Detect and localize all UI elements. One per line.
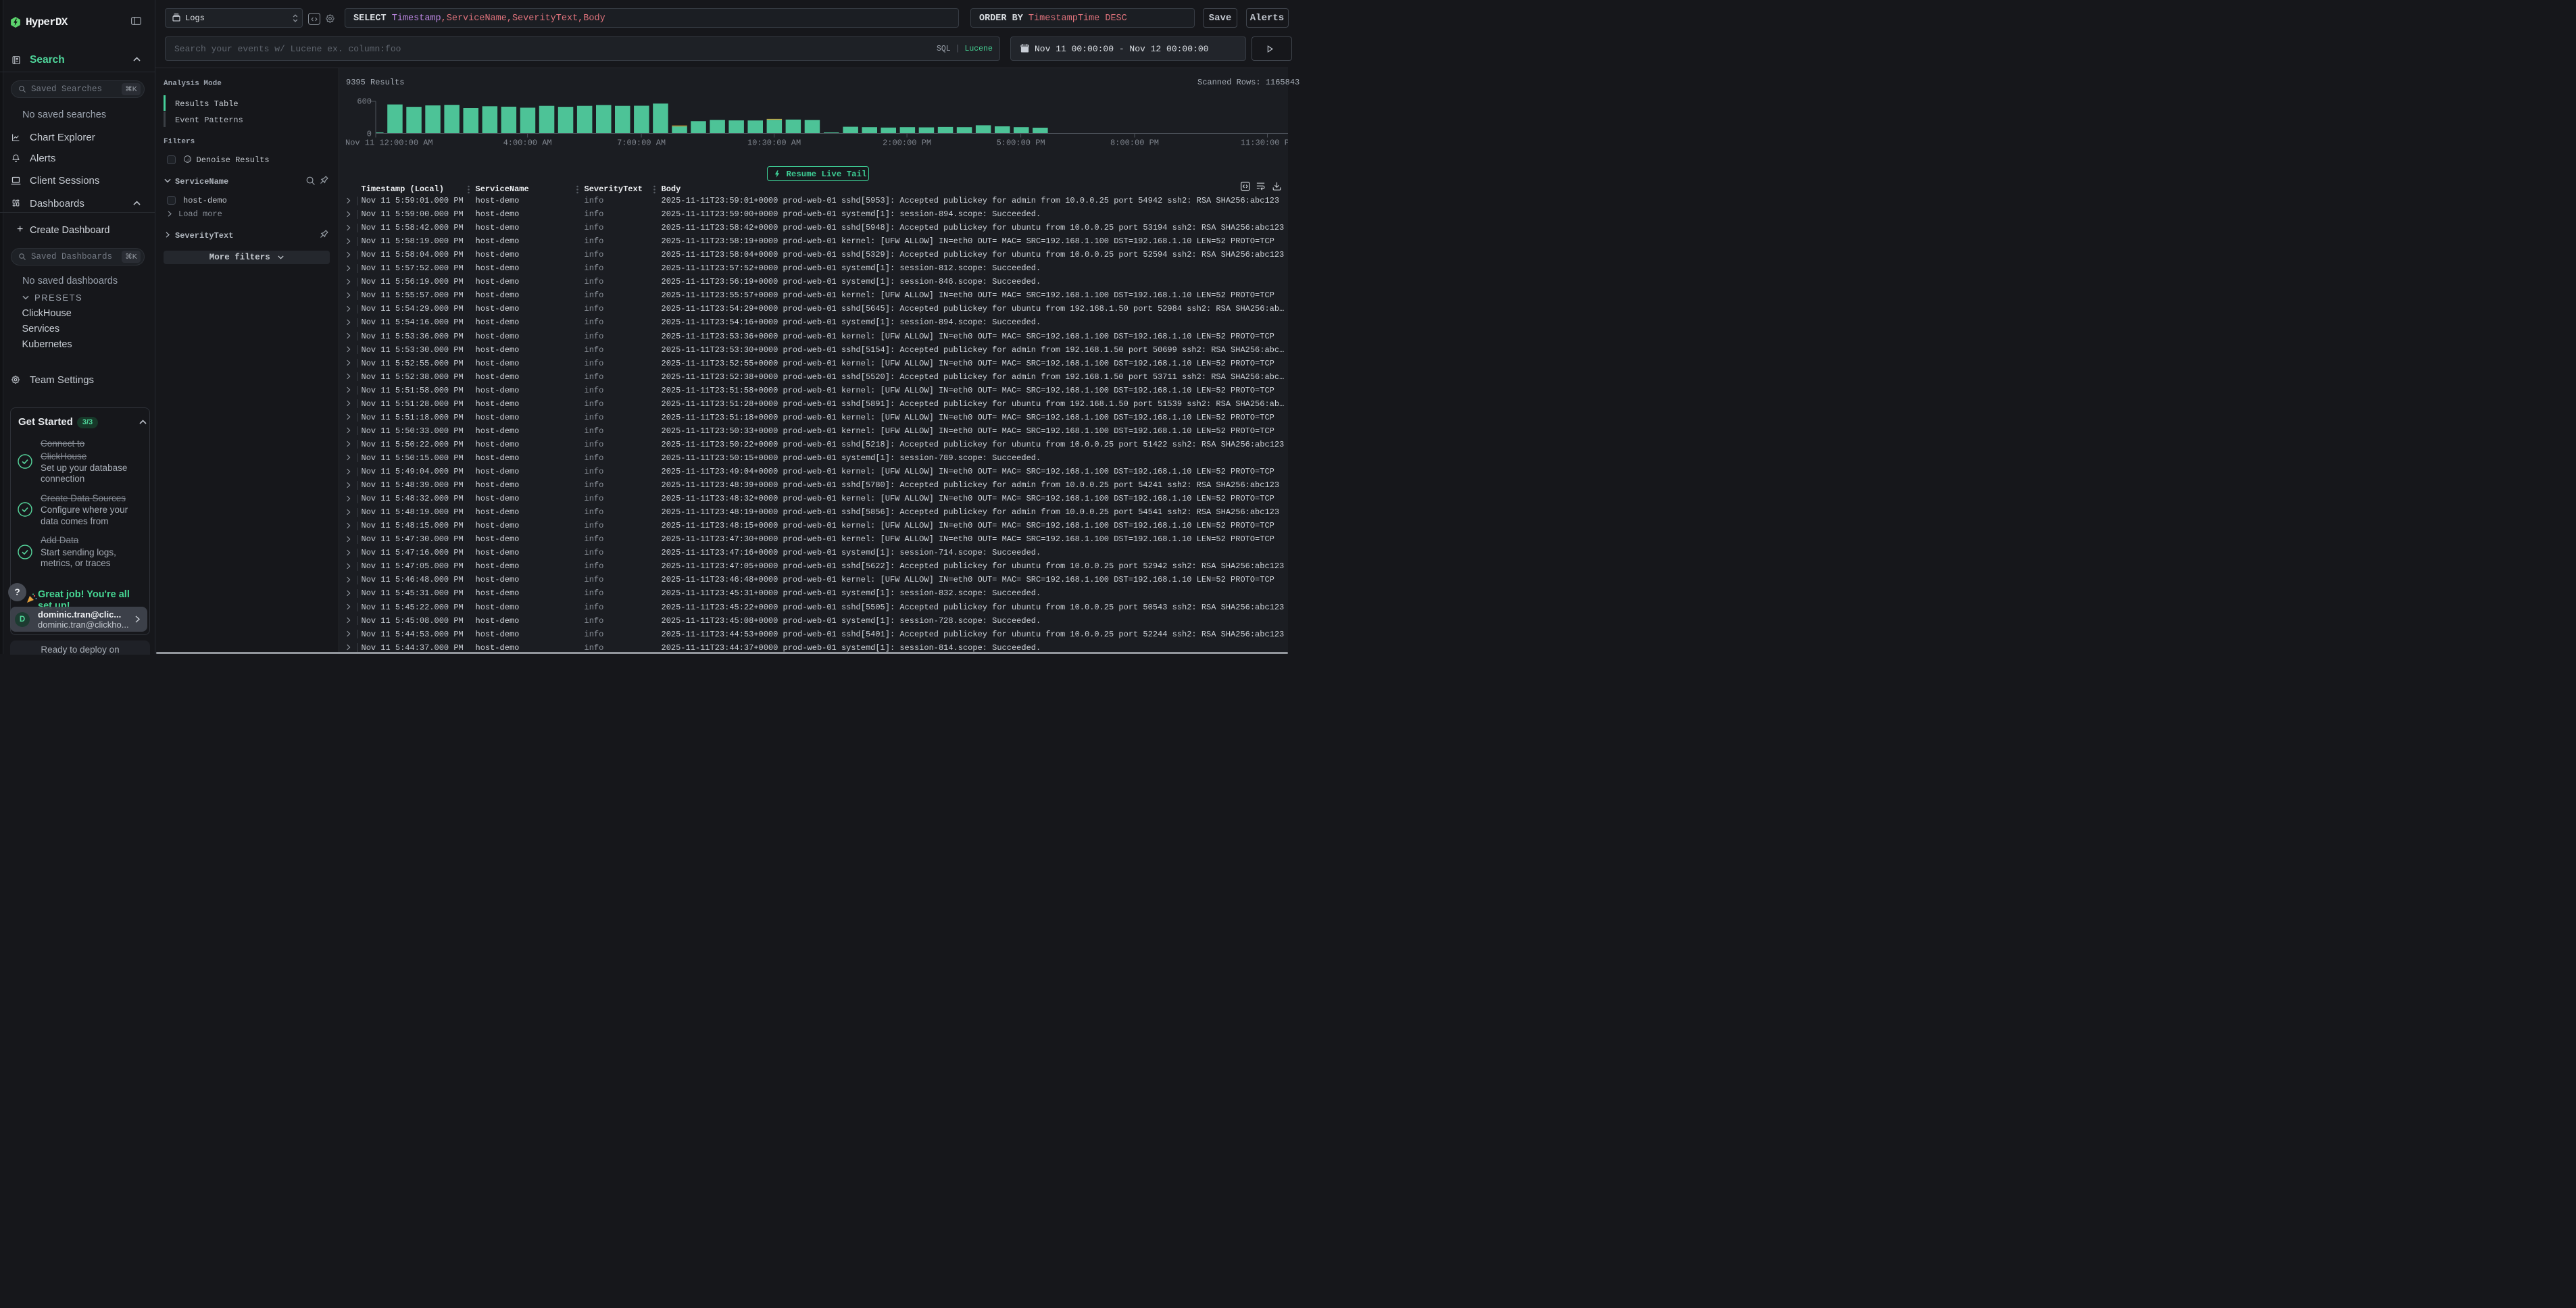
svg-text:8:00:00 PM: 8:00:00 PM (1110, 139, 1159, 148)
svg-text:11:30:00 PM: 11:30:00 PM (1241, 139, 1288, 148)
svg-text:2:00:00 PM: 2:00:00 PM (883, 139, 931, 148)
svg-text:600: 600 (357, 97, 372, 107)
svg-text:0: 0 (367, 130, 372, 139)
svg-text:7:00:00 AM: 7:00:00 AM (617, 139, 666, 148)
svg-text:10:30:00 AM: 10:30:00 AM (747, 139, 801, 148)
svg-text:5:00:00 PM: 5:00:00 PM (997, 139, 1045, 148)
svg-text:Nov 11 12:00:00 AM: Nov 11 12:00:00 AM (345, 139, 433, 148)
svg-text:4:00:00 AM: 4:00:00 AM (503, 139, 552, 148)
